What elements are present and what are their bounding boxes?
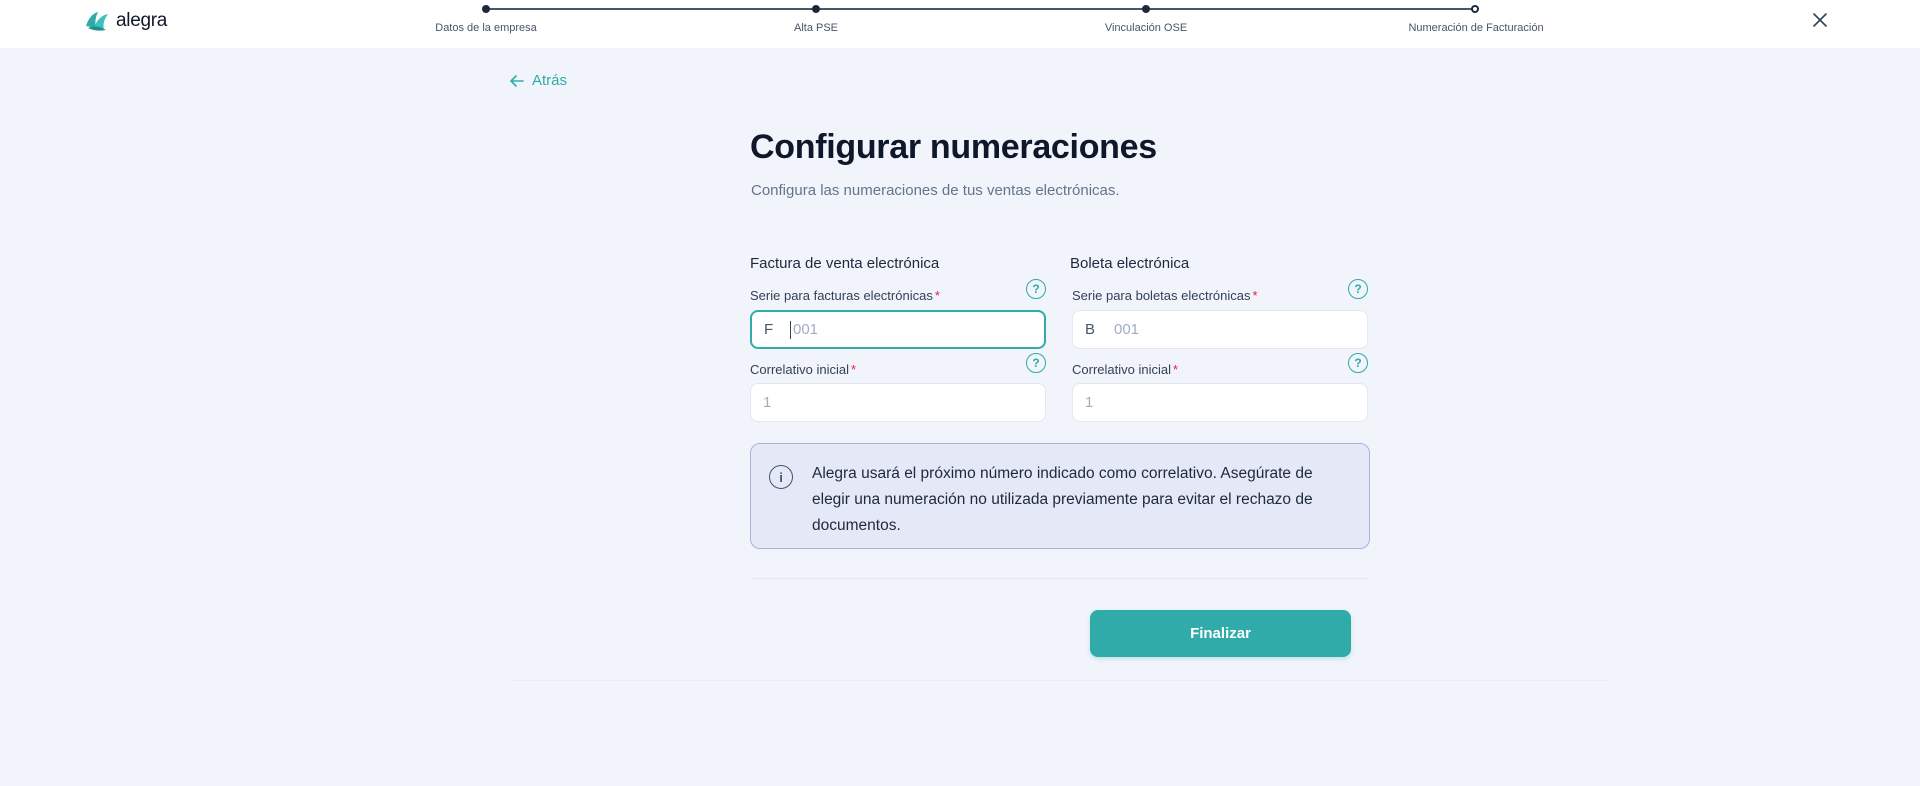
boleta-correlativo-help-icon[interactable]: ? xyxy=(1348,353,1368,373)
step-dot-numeracion xyxy=(1471,5,1479,13)
step-dot-vinculacion-ose xyxy=(1142,5,1150,13)
required-mark: * xyxy=(934,288,940,303)
page-title: Configurar numeraciones xyxy=(750,128,1157,166)
boleta-serie-label-text: Serie para boletas electrónicas xyxy=(1072,288,1251,303)
step-label-datos-empresa: Datos de la empresa xyxy=(435,22,537,34)
section-divider xyxy=(750,578,1370,579)
close-icon xyxy=(1813,13,1827,27)
boleta-section-title: Boleta electrónica xyxy=(1070,255,1190,272)
factura-serie-help-icon[interactable]: ? xyxy=(1026,279,1046,299)
factura-serie-placeholder: 001 xyxy=(793,321,819,338)
required-mark: * xyxy=(1172,362,1179,377)
boleta-correlativo-input[interactable]: 1 xyxy=(1072,383,1368,422)
boleta-correlativo-label: Correlativo inicial * xyxy=(1072,362,1178,377)
step-label-numeracion: Numeración de Facturación xyxy=(1408,22,1544,34)
step-dot-datos-empresa xyxy=(482,5,490,13)
factura-correlativo-help-icon[interactable]: ? xyxy=(1026,353,1046,373)
boleta-serie-placeholder: 001 xyxy=(1114,321,1140,338)
factura-correlativo-input[interactable]: 1 xyxy=(750,383,1046,422)
page-subtitle: Configura las numeraciones de tus ventas… xyxy=(751,182,1120,199)
boleta-correlativo-label-text: Correlativo inicial xyxy=(1072,362,1171,377)
boleta-serie-input[interactable]: B 001 xyxy=(1072,310,1368,349)
text-caret xyxy=(790,320,791,339)
required-mark: * xyxy=(1252,288,1258,303)
info-callout: i Alegra usará el próximo número indicad… xyxy=(750,443,1370,549)
back-label: Atrás xyxy=(532,72,568,89)
boleta-serie-prefix: B xyxy=(1085,321,1096,338)
finish-button[interactable]: Finalizar xyxy=(1090,610,1351,657)
factura-serie-label: Serie para facturas electrónicas * xyxy=(750,288,940,303)
bottom-divider xyxy=(510,680,1610,681)
step-label-vinculacion-ose: Vinculación OSE xyxy=(1104,22,1188,34)
boleta-correlativo-placeholder: 1 xyxy=(1085,394,1094,411)
factura-section-title: Factura de venta electrónica xyxy=(750,255,940,272)
factura-serie-label-text: Serie para facturas electrónicas xyxy=(750,288,933,303)
factura-correlativo-label: Correlativo inicial * xyxy=(750,362,856,377)
progress-stepper: Datos de la empresa Alta PSE Vinculación… xyxy=(0,0,1920,48)
boleta-serie-help-icon[interactable]: ? xyxy=(1348,279,1368,299)
boleta-serie-label: Serie para boletas electrónicas * xyxy=(1072,288,1258,303)
factura-serie-prefix: F xyxy=(764,321,774,338)
step-dot-alta-pse xyxy=(812,5,820,13)
arrow-left-icon xyxy=(510,74,524,87)
close-button[interactable] xyxy=(1810,10,1830,30)
top-bar: alegra Datos de la empresa Alta PSE Vinc… xyxy=(0,0,1920,48)
factura-correlativo-label-text: Correlativo inicial xyxy=(750,362,849,377)
factura-correlativo-placeholder: 1 xyxy=(763,394,772,411)
info-icon: i xyxy=(769,465,793,489)
factura-serie-input[interactable]: F 001 xyxy=(750,310,1046,349)
stepper-line xyxy=(486,8,1476,10)
info-text: Alegra usará el próximo número indicado … xyxy=(812,465,1313,534)
step-label-alta-pse: Alta PSE xyxy=(793,22,839,34)
required-mark: * xyxy=(850,362,857,377)
back-link[interactable]: Atrás xyxy=(510,72,567,89)
